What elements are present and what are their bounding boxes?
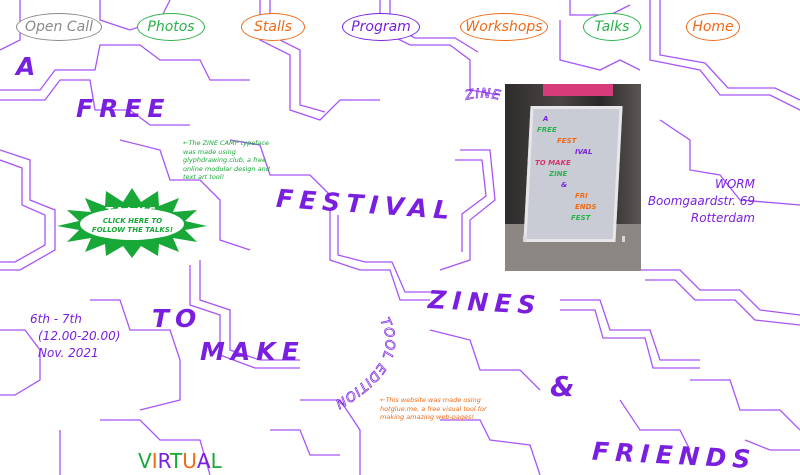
- dates-line2: (12.00-20.00): [38, 329, 121, 343]
- headline-free: FREE: [76, 94, 171, 123]
- poster-word: FRI ENDS: [575, 192, 597, 211]
- location-line2: Boomgaardstr. 69: [647, 194, 755, 208]
- virtual-letter: U: [182, 449, 197, 473]
- poster-word: FEST: [557, 137, 577, 145]
- nav-program[interactable]: Program: [342, 13, 420, 41]
- poster-word: A: [543, 115, 549, 123]
- poster-word: FREE: [537, 126, 557, 134]
- poster-word: ZINE: [549, 170, 568, 178]
- headline-ampersand: &: [550, 370, 581, 403]
- poster-word: TO MAKE: [535, 159, 571, 167]
- nav-open-call[interactable]: Open Call: [16, 13, 102, 41]
- svg-text:TOOL EDITION: TOOL EDITION: [332, 316, 397, 411]
- headline-a: A: [16, 52, 42, 81]
- nav-stalls[interactable]: Stalls: [241, 13, 305, 41]
- nav-home[interactable]: Home: [686, 13, 740, 41]
- photo-pink-sign: [543, 84, 613, 96]
- poster-word: IVAL: [575, 148, 593, 156]
- talks-badge[interactable]: TALKS CLICK HERE TO FOLLOW THE TALKS!: [55, 186, 210, 258]
- nav-workshops[interactable]: Workshops: [460, 13, 548, 41]
- virtual-letter: R: [157, 449, 171, 473]
- virtual-letter: T: [170, 449, 183, 473]
- virtual-letter: L: [210, 449, 222, 473]
- talks-badge-line1: CLICK HERE TO: [102, 217, 163, 225]
- location-line3: Rotterdam: [690, 211, 755, 225]
- headline-to: TO: [152, 304, 203, 333]
- location-line1: WORM: [714, 177, 755, 191]
- nav-talks[interactable]: Talks: [583, 13, 641, 41]
- poster-photo: A FREE FEST IVAL TO MAKE ZINE & FRI ENDS…: [505, 84, 641, 271]
- typeface-note: ←The ZINE CAMP typeface was made using g…: [183, 139, 270, 181]
- photo-sign-legs: [523, 236, 625, 242]
- event-location: WORM Boomgaardstr. 69 Rotterdam: [640, 176, 755, 227]
- talks-badge-line2: FOLLOW THE TALKS!: [91, 226, 174, 234]
- dates-line3: Nov. 2021: [38, 346, 99, 360]
- virtual-label: VIRTUAL: [138, 450, 222, 472]
- virtual-letter: A: [196, 449, 211, 473]
- dates-line1: 6th - 7th: [30, 312, 82, 326]
- poster-word: FEST: [571, 214, 591, 222]
- photo-poster-words: A FREE FEST IVAL TO MAKE ZINE & FRI ENDS…: [535, 114, 609, 224]
- nav-photos[interactable]: Photos: [137, 13, 205, 41]
- headline-make: MAKE: [200, 337, 305, 366]
- headline-zines: ZINES: [427, 285, 543, 320]
- virtual-letter: V: [138, 449, 152, 473]
- event-dates: 6th - 7th (12.00-20.00) Nov. 2021: [30, 311, 120, 362]
- tool-edition-text: TOOL EDITION: [331, 316, 396, 412]
- poster-word: &: [561, 181, 568, 189]
- tool-edition-arc: TOOL EDITION: [331, 316, 397, 412]
